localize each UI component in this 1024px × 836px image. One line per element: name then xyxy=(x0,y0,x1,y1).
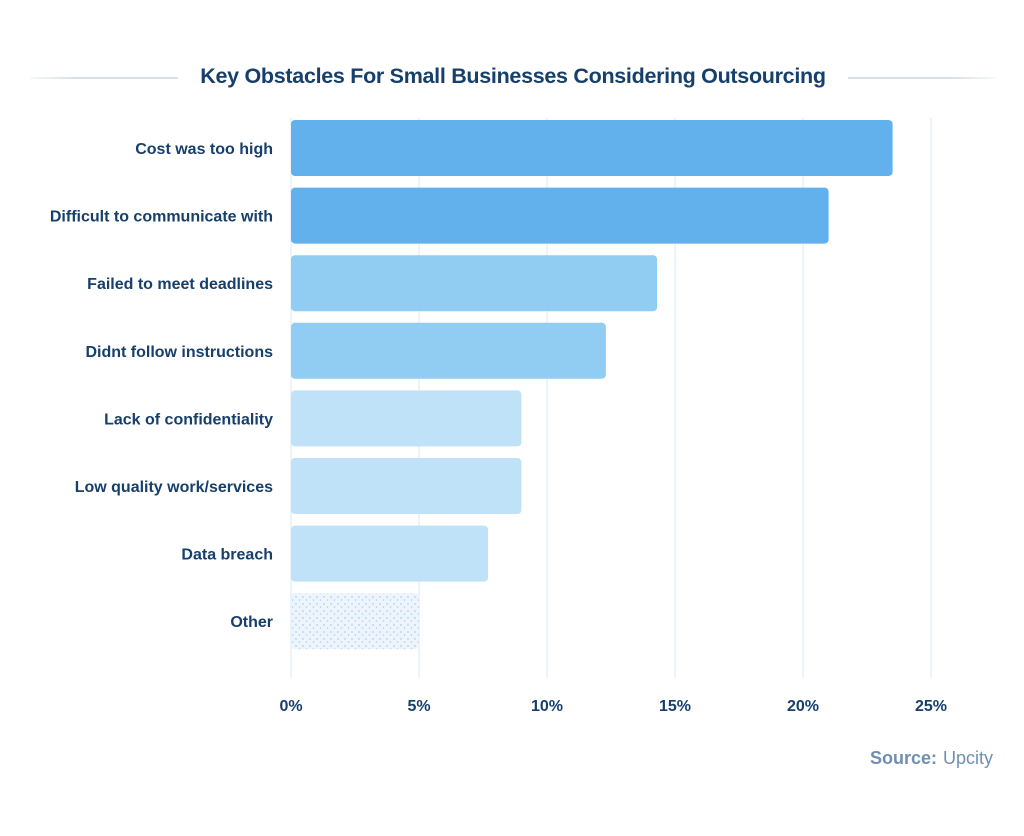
bar xyxy=(291,458,522,514)
x-tick-label: 10% xyxy=(531,698,563,715)
x-axis-tick-labels: 0% 5% 10% 15% 20% 25% xyxy=(279,698,947,715)
bar xyxy=(291,390,522,447)
bar xyxy=(291,187,829,244)
bar-chart: Cost was too high Difficult to communicat… xyxy=(50,118,947,715)
bar xyxy=(291,593,419,650)
category-label: Data breach xyxy=(181,547,273,564)
bar xyxy=(291,525,489,582)
category-label: Low quality work/services xyxy=(75,479,273,496)
source-value: Upcity xyxy=(942,748,993,768)
category-label: Failed to meet deadlines xyxy=(87,276,273,293)
category-label: Cost was too high xyxy=(135,141,273,158)
category-label: Difficult to communicate with xyxy=(50,209,273,226)
source-key: Source: xyxy=(869,748,937,768)
bar xyxy=(291,120,893,176)
chart-card: Key Obstacles For Small Businesses Consi… xyxy=(0,0,1024,836)
x-tick-label: 20% xyxy=(787,698,819,715)
category-label: Other xyxy=(230,614,273,631)
bar xyxy=(291,322,606,379)
x-tick-label: 15% xyxy=(659,698,691,715)
x-tick-label: 5% xyxy=(407,698,430,715)
bar xyxy=(291,255,658,312)
category-label: Didnt follow instructions xyxy=(85,344,273,361)
x-tick-label: 0% xyxy=(279,698,302,715)
category-label: Lack of confidentiality xyxy=(104,411,273,428)
source-note: Source: Upcity xyxy=(870,748,993,769)
x-tick-label: 25% xyxy=(915,698,947,715)
category-labels: Cost was too high Difficult to communicat… xyxy=(50,141,273,631)
